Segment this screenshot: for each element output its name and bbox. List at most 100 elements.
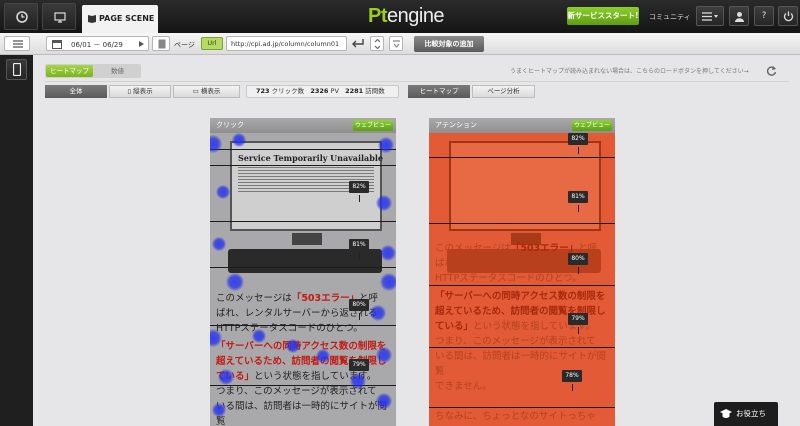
click-hotspot	[252, 329, 266, 343]
community-link[interactable]: コミュニティ	[649, 12, 691, 22]
power-button[interactable]	[778, 6, 798, 26]
main-content: ヒートマップ 数値 うまくヒートマップが読み込まれない場合は、こちらのロードボタ…	[33, 55, 800, 426]
date-range-text: 06/01 － 06/29	[71, 41, 123, 49]
refresh-icon	[374, 39, 381, 49]
attention-heatmap-panel: アテンション ウェブビュー このメッセージは「503エラー」と呼 ばれ、レンタル…	[429, 118, 615, 426]
scroll-percent-label: 81%	[349, 239, 369, 251]
clear-icon	[393, 40, 400, 48]
history-button[interactable]	[4, 3, 38, 30]
user-icon	[735, 12, 744, 22]
click-webview-button[interactable]: ウェブビュー	[353, 120, 393, 131]
url-tag[interactable]: Url	[201, 37, 223, 50]
scroll-percent-label: 79%	[568, 313, 588, 325]
toggle-heatmap[interactable]: ヒートマップ	[46, 65, 93, 77]
start-service-button[interactable]: 新サービススタート!	[567, 7, 639, 25]
filter-landscape-label: 横表示	[200, 87, 221, 95]
url-value: http://cpi.ad.jp/column/column01	[231, 40, 340, 48]
filter-all[interactable]: 全体	[45, 85, 107, 98]
tab-page-scene[interactable]: PAGE SCENE	[82, 5, 158, 33]
scroll-percent-label: 82%	[568, 133, 588, 145]
click-hotspot	[218, 369, 234, 385]
user-button[interactable]	[729, 6, 749, 26]
reload-icon[interactable]	[766, 65, 777, 76]
fold-line	[210, 165, 396, 166]
scroll-tick	[572, 384, 573, 391]
fold-line	[429, 285, 615, 286]
sidebar-toggle[interactable]	[4, 36, 30, 51]
scroll-tick	[359, 195, 360, 202]
fold-line	[429, 347, 615, 348]
list-icon	[702, 12, 718, 21]
stats-bar: 723 クリック数 2326 PV 2281 訪問数	[246, 85, 399, 98]
click-hotspot	[212, 403, 226, 417]
filter-landscape[interactable]: ▭ 横表示	[173, 85, 240, 98]
reload-button[interactable]	[370, 36, 384, 51]
book-icon	[88, 15, 96, 23]
mode-page-analysis[interactable]: ページ分析	[472, 85, 535, 98]
help-button[interactable]: ?	[754, 6, 774, 26]
ptengine-logo: Ptengine	[368, 5, 445, 27]
click-panel-body: Service Temporarily Unavailable このメッセージは…	[210, 133, 396, 426]
menu-icon	[13, 40, 23, 48]
help-tips-button[interactable]: お役立ち	[714, 402, 778, 426]
tab-label: PAGE SCENE	[99, 14, 155, 23]
click-hotspot	[376, 393, 392, 409]
fold-line	[429, 157, 615, 158]
scroll-tick	[359, 313, 360, 320]
power-icon	[783, 11, 794, 22]
scroll-percent-label: 78%	[562, 370, 582, 382]
fold-line	[429, 223, 615, 224]
scroll-tick	[578, 327, 579, 334]
pc-screen-image	[449, 141, 601, 231]
click-heatmap-panel: クリック ウェブビュー Service Temporarily Unavaila…	[210, 118, 396, 426]
click-hotspot	[226, 273, 244, 291]
click-hotspot	[378, 137, 394, 153]
mode-heatmap[interactable]: ヒートマップ	[408, 85, 470, 98]
page-doc-button[interactable]	[152, 36, 170, 51]
fold-line	[210, 385, 396, 386]
graduation-cap-icon	[720, 409, 732, 418]
click-hotspot	[316, 349, 330, 363]
add-compare-button[interactable]: 比較対象の追加	[414, 36, 484, 52]
scroll-tick	[578, 267, 579, 274]
list-menu-button[interactable]	[696, 6, 724, 26]
scroll-percent-label: 80%	[349, 299, 369, 311]
article-paragraph-2: 「サーバーへの同時アクセス数の制限を 超えているため、訪問者の閲覧を制限し てい…	[216, 341, 388, 426]
fold-line	[210, 149, 396, 150]
toggle-data[interactable]: 数値	[95, 65, 140, 77]
scroll-tick	[578, 205, 579, 212]
attention-webview-button[interactable]: ウェブビュー	[572, 120, 612, 131]
filter-toolbar: 06/01 － 06/29 ページ Url http://cpi.ad.jp/c…	[0, 33, 800, 55]
scroll-tick	[578, 147, 579, 154]
scroll-percent-label: 81%	[568, 191, 588, 203]
scroll-percent-label: 80%	[568, 253, 588, 265]
page-label: ページ	[174, 41, 195, 49]
device-sidebar	[0, 55, 33, 426]
click-hotspot	[212, 237, 226, 251]
date-range-picker[interactable]: 06/01 － 06/29	[46, 36, 149, 51]
clear-button[interactable]	[389, 36, 403, 51]
clicks-label: クリック数	[271, 87, 305, 95]
divider	[45, 81, 789, 82]
enter-icon[interactable]	[352, 39, 364, 48]
mobile-device-button[interactable]	[6, 59, 27, 80]
click-hotspot	[216, 185, 230, 199]
click-hotspot	[370, 305, 386, 321]
load-notice: うまくヒートマップが読み込まれない場合は、こちらのロードボタンを押してください→	[510, 68, 749, 75]
scroll-percent-label: 82%	[349, 181, 369, 193]
visits-label: 訪問数	[365, 87, 385, 95]
chevron-right-icon	[139, 41, 144, 47]
top-bar: PAGE SCENE Ptengine 新サービススタート! コミュニティ ?	[0, 0, 800, 33]
clock-icon	[16, 11, 28, 23]
monitor-button[interactable]	[42, 3, 76, 30]
fold-line	[429, 407, 615, 408]
attention-panel-body: このメッセージは「503エラー」と呼 ばれ、レンタルサーバーから返される HTT…	[429, 133, 615, 426]
click-hotspot	[232, 133, 246, 147]
pv-label: PV	[330, 87, 339, 95]
click-hotspot	[286, 339, 300, 353]
url-input[interactable]: http://cpi.ad.jp/column/column01	[226, 36, 347, 51]
fold-line	[210, 325, 396, 326]
filter-portrait[interactable]: ▯ 縦表示	[109, 85, 171, 98]
click-hotspot	[380, 245, 396, 261]
click-hotspot	[350, 373, 366, 389]
